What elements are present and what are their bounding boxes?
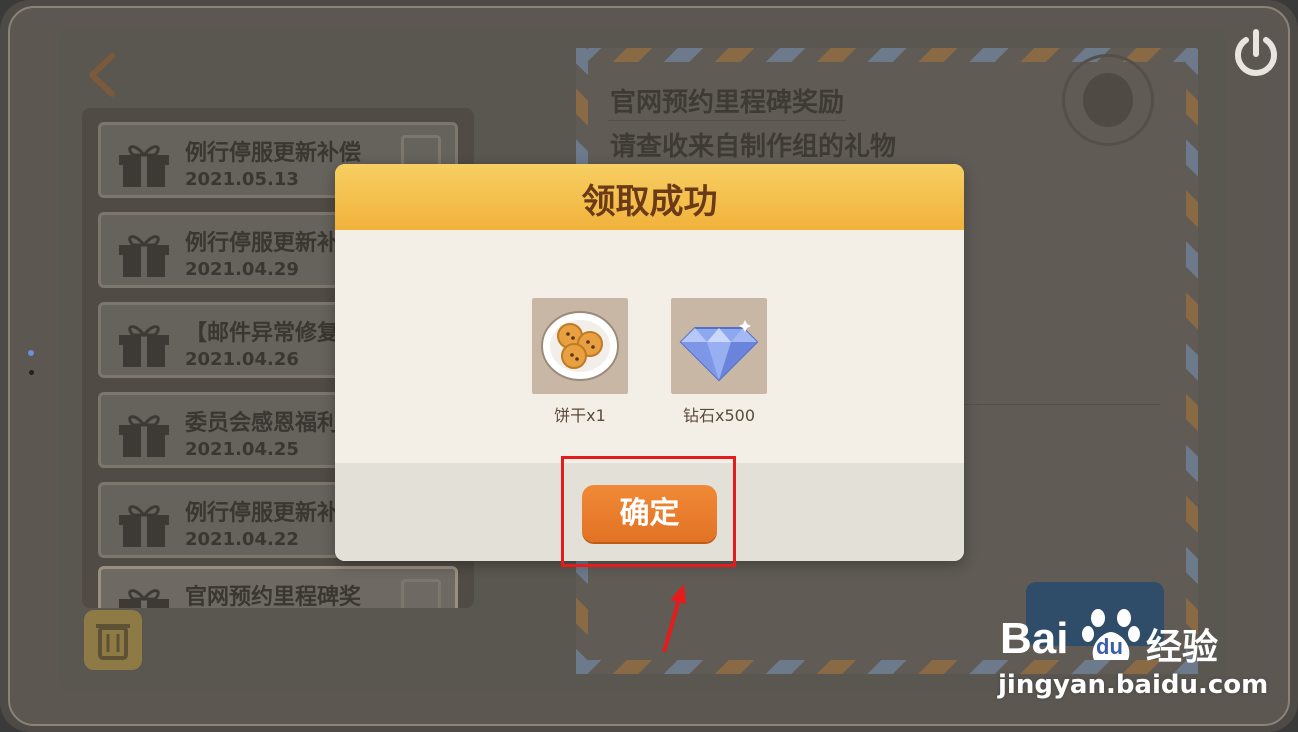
power-icon[interactable] xyxy=(1228,26,1284,82)
mail-title: 例行停服更新补 xyxy=(185,501,340,526)
mail-list-item-selected[interactable]: 官网预约里程碑奖 xyxy=(98,566,458,608)
baidu-logo: Bai du 经验 xyxy=(1000,604,1224,670)
watermark-brand: du xyxy=(1096,634,1123,659)
divider xyxy=(608,120,846,121)
gift-icon xyxy=(119,325,169,367)
gift-icon xyxy=(119,145,169,187)
trash-button[interactable] xyxy=(84,610,142,670)
letter-title: 官网预约里程碑奖励 xyxy=(610,88,845,118)
cookie-plate-icon xyxy=(541,311,619,381)
mail-title: 例行停服更新补 xyxy=(185,231,340,256)
reward-label: 饼干x1 xyxy=(554,406,606,425)
dialog-title: 领取成功 xyxy=(581,182,718,222)
letter-subtitle: 请查收来自制作组的礼物 xyxy=(610,132,897,162)
diamond-icon xyxy=(679,320,759,382)
gift-icon xyxy=(119,589,169,608)
gift-icon xyxy=(119,505,169,547)
sensor-dot xyxy=(29,370,34,375)
mail-date: 2021.04.26 xyxy=(185,349,299,370)
red-arrow-icon xyxy=(662,584,686,653)
trash-icon xyxy=(96,624,130,660)
mail-date: 2021.04.29 xyxy=(185,259,299,280)
camera-dot xyxy=(28,350,34,356)
back-arrow-icon[interactable] xyxy=(82,50,122,100)
mail-title: 官网预约里程碑奖 xyxy=(185,585,362,608)
divider xyxy=(964,404,1160,405)
postmark-stamp xyxy=(1062,54,1154,146)
watermark-url: jingyan.baidu.com xyxy=(998,670,1269,700)
mail-title: 【邮件异常修复 xyxy=(185,321,340,346)
airmail-border xyxy=(1186,48,1198,674)
dialog-header: 领取成功 xyxy=(335,164,964,230)
mail-date: 2021.05.13 xyxy=(185,169,299,190)
mail-title: 委员会感恩福利 xyxy=(185,411,340,436)
watermark-brand: Bai xyxy=(1000,614,1069,663)
gift-icon xyxy=(119,235,169,277)
mail-title: 例行停服更新补偿 xyxy=(185,141,362,166)
mail-checkbox[interactable] xyxy=(401,579,441,608)
reward-cookie[interactable] xyxy=(532,298,628,394)
reward-diamond[interactable] xyxy=(671,298,767,394)
watermark-brand: 经验 xyxy=(1146,627,1219,668)
mail-date: 2021.04.22 xyxy=(185,529,299,550)
reward-label: 钻石x500 xyxy=(682,406,755,425)
highlight-box xyxy=(561,456,736,567)
mail-date: 2021.04.25 xyxy=(185,439,299,460)
gift-icon xyxy=(119,415,169,457)
avatar xyxy=(1083,73,1133,127)
